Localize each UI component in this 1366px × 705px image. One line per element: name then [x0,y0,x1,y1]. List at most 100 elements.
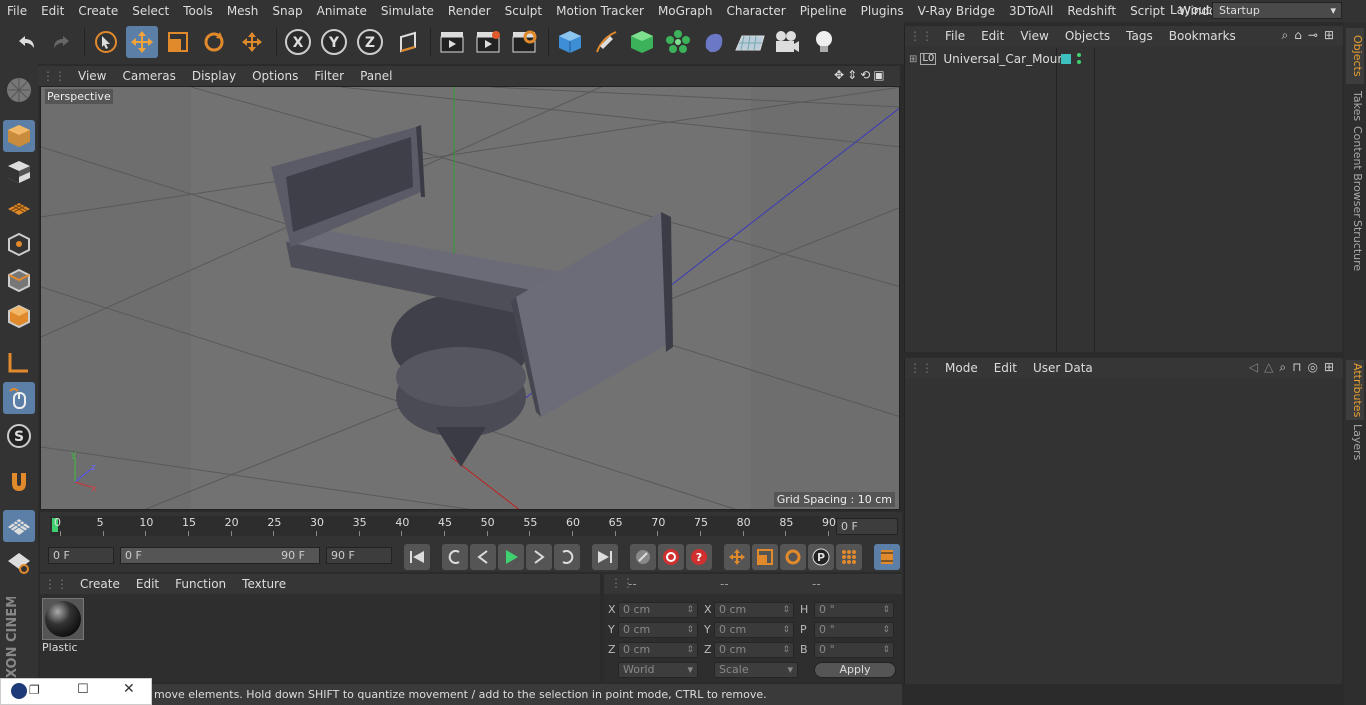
menu-edit[interactable]: Edit [34,0,71,22]
array-icon[interactable] [662,26,694,58]
y-axis-icon[interactable]: Y [318,26,350,58]
edges-icon[interactable] [3,264,35,296]
solo-icon[interactable]: S [3,420,35,452]
tab-content-browser[interactable]: Content Browser [1346,126,1364,218]
key-position-icon[interactable] [724,544,750,570]
coord-position-field[interactable]: 0 cm ⇕ [618,602,698,618]
move-extra-icon[interactable] [236,26,268,58]
menu-sculpt[interactable]: Sculpt [498,0,549,22]
key-rotation-icon[interactable] [780,544,806,570]
rotate-icon[interactable] [198,26,230,58]
menu-3dtoall[interactable]: 3DToAll [1002,0,1060,22]
floor-icon[interactable] [734,26,766,58]
autokey-icon[interactable] [658,544,684,570]
viewport[interactable]: y z x Perspective Grid Spacing : 10 cm [40,86,900,510]
world-coord-icon[interactable] [392,26,424,58]
stepper-icon[interactable]: ⇕ [782,603,790,617]
x-axis-icon[interactable]: X [282,26,314,58]
back-arrow-icon[interactable]: ◁ [1249,360,1258,375]
model-mode-icon[interactable] [3,120,35,152]
tweak-icon[interactable] [3,382,35,414]
render-settings-icon[interactable] [508,26,540,58]
viewport-menu-display[interactable]: Display [184,69,244,83]
object-menu-view[interactable]: View [1012,29,1056,43]
coord-rotation-field[interactable]: 0 ° ⇕ [814,622,894,638]
viewport-menu-filter[interactable]: Filter [306,69,352,83]
menu-snap[interactable]: Snap [265,0,309,22]
polygons-icon[interactable] [3,300,35,332]
redo-icon[interactable] [46,26,78,58]
menu-file[interactable]: File [0,0,34,22]
visibility-render-icon[interactable] [1077,60,1081,64]
go-to-start-icon[interactable] [404,544,430,570]
record-icon[interactable] [630,544,656,570]
visibility-editor-icon[interactable] [1077,53,1081,57]
minimized-window[interactable]: ❐ ☐ ✕ [0,678,152,705]
coord-size-field[interactable]: 0 cm ⇕ [714,622,794,638]
end-frame-field[interactable]: 90 F [326,547,392,564]
timeline-ruler[interactable]: 0 5 10 15 20 25 30 35 40 45 50 55 60 65 70 75 80 85 90 [50,516,836,536]
coord-rotation-field[interactable]: 0 ° ⇕ [814,642,894,658]
expand-icon[interactable]: ⊞ [909,54,917,65]
object-menu-bookmarks[interactable]: Bookmarks [1161,29,1244,43]
menu-simulate[interactable]: Simulate [374,0,441,22]
object-menu-file[interactable]: File [937,29,973,43]
z-axis-icon[interactable]: Z [354,26,386,58]
keyframe-selection-icon[interactable]: ? [686,544,712,570]
subdivide-icon[interactable] [626,26,658,58]
home-icon[interactable]: ⌂ [1294,28,1302,43]
object-menu-objects[interactable]: Objects [1057,29,1118,43]
material-menu-texture[interactable]: Texture [234,577,294,591]
texture-mode-icon[interactable] [3,156,35,188]
object-menu-tags[interactable]: Tags [1118,29,1161,43]
menu-redshift[interactable]: Redshift [1060,0,1123,22]
search-icon[interactable]: ⌕ [1279,360,1286,375]
render-picture-icon[interactable] [472,26,504,58]
next-frame-icon[interactable] [526,544,552,570]
material-menu-create[interactable]: Create [72,577,128,591]
stepper-icon[interactable]: ⇕ [882,643,890,657]
layout-select[interactable]: Startup ▾ [1212,2,1342,19]
prev-key-icon[interactable] [442,544,468,570]
viewport-menu-panel[interactable]: Panel [352,69,400,83]
coord-size-field[interactable]: 0 cm ⇕ [714,602,794,618]
deformer-icon[interactable] [698,26,730,58]
layer-color-icon[interactable] [1061,54,1071,64]
orbit-icon[interactable]: ⟲ [860,68,870,82]
close-icon[interactable]: ✕ [123,681,135,697]
material-menu-edit[interactable]: Edit [128,577,167,591]
viewport-menu-view[interactable]: View [70,69,114,83]
object-menu-edit[interactable]: Edit [973,29,1012,43]
cube-icon[interactable] [554,26,586,58]
viewport-menu-cameras[interactable]: Cameras [114,69,183,83]
render-view-icon[interactable] [436,26,468,58]
timeline[interactable]: 0 5 10 15 20 25 30 35 40 45 50 55 60 65 70 75 80 85 90 0 F [40,512,902,542]
stepper-icon[interactable]: ⇕ [686,643,694,657]
back-icon[interactable]: ⊸ [1308,28,1318,43]
workplane-icon[interactable] [3,192,35,224]
coord-rotation-field[interactable]: 0 ° ⇕ [814,602,894,618]
stepper-icon[interactable]: ⇕ [782,643,790,657]
pen-icon[interactable] [590,26,622,58]
maximize-icon[interactable]: ☐ [77,682,89,697]
menu-render[interactable]: Render [441,0,498,22]
key-pla-icon[interactable] [836,544,862,570]
menu-create[interactable]: Create [71,0,125,22]
key-parameter-icon[interactable]: P [808,544,834,570]
key-scale-icon[interactable] [752,544,778,570]
material-menu-function[interactable]: Function [167,577,234,591]
dolly-icon[interactable]: ⇕ [847,68,857,82]
timeline-window-icon[interactable] [874,544,900,570]
new-window-icon[interactable]: ⊞ [1324,28,1334,43]
stepper-icon[interactable]: ⇕ [686,603,694,617]
snap-settings-icon[interactable] [3,546,35,578]
coord-position-field[interactable]: 0 cm ⇕ [618,622,698,638]
move-icon[interactable] [126,26,158,58]
camera-icon[interactable] [770,26,802,58]
select-live-icon[interactable] [90,26,122,58]
pan-icon[interactable]: ✥ [834,68,844,82]
axis-icon[interactable] [3,346,35,378]
maximize-icon[interactable]: ▣ [873,68,884,82]
menu-animate[interactable]: Animate [310,0,374,22]
tab-objects[interactable]: Objects [1346,28,1364,84]
